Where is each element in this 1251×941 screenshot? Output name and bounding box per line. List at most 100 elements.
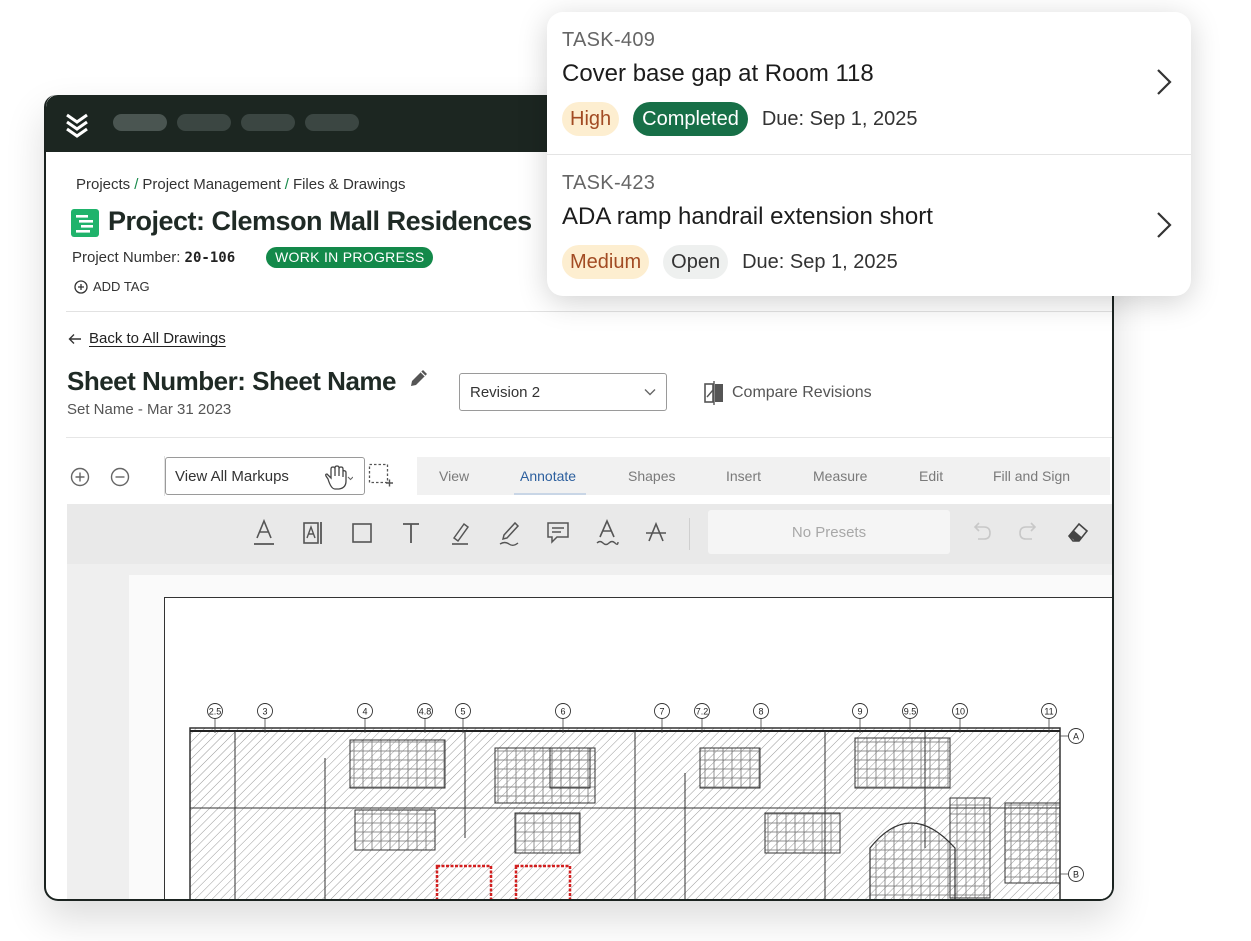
grid-label: 8 bbox=[758, 707, 763, 717]
revision-value: Revision 2 bbox=[470, 383, 541, 401]
tab-shapes[interactable]: Shapes bbox=[628, 468, 675, 484]
due-date: Due: Sep 1, 2025 bbox=[742, 250, 898, 273]
revision-select[interactable]: Revision 2 bbox=[459, 373, 667, 411]
rectangle-icon[interactable] bbox=[348, 518, 376, 548]
breadcrumb: Projects / Project Management / Files & Draw… bbox=[76, 176, 405, 193]
compare-revisions-button[interactable]: Compare Revisions bbox=[704, 381, 872, 405]
active-tab-indicator bbox=[514, 493, 586, 495]
tab-fill-and-sign[interactable]: Fill and Sign bbox=[993, 468, 1070, 484]
add-tag-label: ADD TAG bbox=[93, 279, 150, 294]
free-text-icon[interactable] bbox=[397, 518, 425, 548]
floor-plan-drawing[interactable]: 2.5 3 4 4.8 5 6 7 7.2 8 9 9.5 10 11 A B bbox=[165, 598, 1113, 901]
status-badge: Open bbox=[663, 245, 729, 279]
breadcrumb-project-management[interactable]: Project Management bbox=[142, 176, 280, 193]
sheet-subtitle: Set Name - Mar 31 2023 bbox=[67, 401, 231, 418]
pan-hand-icon[interactable] bbox=[323, 465, 353, 491]
status-badge: Completed bbox=[633, 102, 748, 136]
priority-badge: High bbox=[562, 102, 620, 136]
chevron-down-icon bbox=[644, 389, 656, 396]
pen-icon[interactable] bbox=[495, 518, 523, 548]
nav-placeholder-2[interactable] bbox=[177, 114, 231, 131]
nav-placeholder-3[interactable] bbox=[241, 114, 295, 131]
set-name: Set Name - bbox=[67, 401, 143, 418]
back-link-label: Back to All Drawings bbox=[89, 330, 226, 347]
compare-icon bbox=[704, 381, 723, 405]
back-to-drawings-link[interactable]: Back to All Drawings bbox=[68, 330, 226, 347]
plan-room bbox=[764, 812, 841, 854]
grid-label: 2.5 bbox=[209, 707, 222, 717]
breadcrumb-files-drawings[interactable]: Files & Drawings bbox=[293, 176, 406, 193]
task-list-card: TASK-409 Cover base gap at Room 118 High… bbox=[547, 12, 1191, 296]
set-date: Mar 31 2023 bbox=[147, 401, 232, 418]
tab-edit[interactable]: Edit bbox=[919, 468, 943, 484]
text-highlight-icon[interactable] bbox=[299, 518, 327, 548]
plan-room bbox=[354, 809, 436, 851]
plus-circle-icon bbox=[74, 279, 88, 294]
menu-tab-bar: View Annotate Shapes Insert Measure Edit… bbox=[417, 457, 1110, 495]
eraser-icon[interactable] bbox=[1064, 518, 1092, 548]
tab-insert[interactable]: Insert bbox=[726, 468, 761, 484]
area-select-icon[interactable] bbox=[368, 463, 394, 489]
grid-label: 5 bbox=[460, 707, 465, 717]
markups-value: View All Markups bbox=[175, 467, 289, 485]
undo-icon[interactable] bbox=[967, 518, 995, 548]
presets-box[interactable]: No Presets bbox=[708, 510, 950, 554]
task-title: ADA ramp handrail extension short bbox=[562, 203, 933, 230]
plan-room bbox=[349, 739, 446, 789]
project-title: Project: Clemson Mall Residences bbox=[108, 206, 532, 236]
tab-measure[interactable]: Measure bbox=[813, 468, 867, 484]
grid-label: 7.2 bbox=[696, 707, 709, 717]
drawing-sheet: 2.5 3 4 4.8 5 6 7 7.2 8 9 9.5 10 11 A B bbox=[164, 597, 1113, 901]
grid-label: 4.8 bbox=[419, 707, 432, 717]
plan-room bbox=[514, 812, 581, 854]
grid-label: 9.5 bbox=[904, 707, 917, 717]
task-id: TASK-409 bbox=[562, 29, 656, 51]
text-underline-icon[interactable] bbox=[250, 518, 278, 548]
highlighter-icon[interactable] bbox=[446, 518, 474, 548]
squiggly-text-icon[interactable] bbox=[593, 518, 621, 548]
chevron-right-icon[interactable] bbox=[1155, 67, 1173, 97]
project-number: Project Number: 20-106 bbox=[72, 249, 235, 266]
viewer-toolbar: View All Markups View Annotate Shapes In… bbox=[46, 453, 1112, 499]
breadcrumb-separator: / bbox=[284, 176, 289, 193]
task-item[interactable]: TASK-423 ADA ramp handrail extension sho… bbox=[547, 154, 1191, 297]
divider bbox=[66, 311, 1112, 312]
strikethrough-icon[interactable] bbox=[642, 518, 670, 548]
edit-pencil-icon[interactable] bbox=[408, 367, 430, 389]
compare-label: Compare Revisions bbox=[732, 384, 872, 401]
app-logo-icon[interactable] bbox=[64, 110, 90, 138]
annotation-toolbar: No Presets bbox=[67, 504, 1112, 564]
zoom-in-icon[interactable] bbox=[70, 467, 90, 487]
project-number-label: Project Number: bbox=[72, 249, 181, 266]
tab-annotate[interactable]: Annotate bbox=[520, 468, 576, 484]
chevron-right-icon[interactable] bbox=[1155, 210, 1173, 240]
tab-view[interactable]: View bbox=[439, 468, 469, 484]
redo-icon[interactable] bbox=[1015, 518, 1043, 548]
comment-icon[interactable] bbox=[544, 518, 572, 548]
breadcrumb-projects[interactable]: Projects bbox=[76, 176, 130, 193]
zoom-out-icon[interactable] bbox=[110, 467, 130, 487]
add-tag-button[interactable]: ADD TAG bbox=[74, 279, 150, 294]
priority-badge: Medium bbox=[562, 245, 650, 279]
grid-label: 10 bbox=[955, 707, 965, 717]
grid-label: 4 bbox=[362, 707, 367, 717]
grid-label: A bbox=[1073, 732, 1079, 742]
project-number-value: 20-106 bbox=[184, 250, 236, 266]
task-title: Cover base gap at Room 118 bbox=[562, 60, 874, 87]
task-item[interactable]: TASK-409 Cover base gap at Room 118 High… bbox=[547, 12, 1191, 154]
nav-placeholder-4[interactable] bbox=[305, 114, 359, 131]
sheet-title: Sheet Number: Sheet Name bbox=[67, 366, 396, 396]
grid-label: 7 bbox=[659, 707, 664, 717]
plan-room bbox=[854, 737, 951, 789]
nav-placeholder-1[interactable] bbox=[113, 114, 167, 131]
view-markups-select[interactable]: View All Markups bbox=[165, 457, 365, 495]
plan-room bbox=[699, 747, 761, 789]
plan-room bbox=[549, 747, 591, 789]
due-date: Due: Sep 1, 2025 bbox=[761, 107, 918, 130]
grid-label: B bbox=[1073, 870, 1079, 880]
drawing-canvas[interactable]: 2.5 3 4 4.8 5 6 7 7.2 8 9 9.5 10 11 A B bbox=[67, 564, 1112, 899]
plan-room bbox=[949, 797, 991, 899]
grid-label: 9 bbox=[857, 707, 862, 717]
task-meta: High Completed Due: Sep 1, 2025 bbox=[562, 102, 918, 136]
arrow-left-icon bbox=[68, 333, 81, 344]
